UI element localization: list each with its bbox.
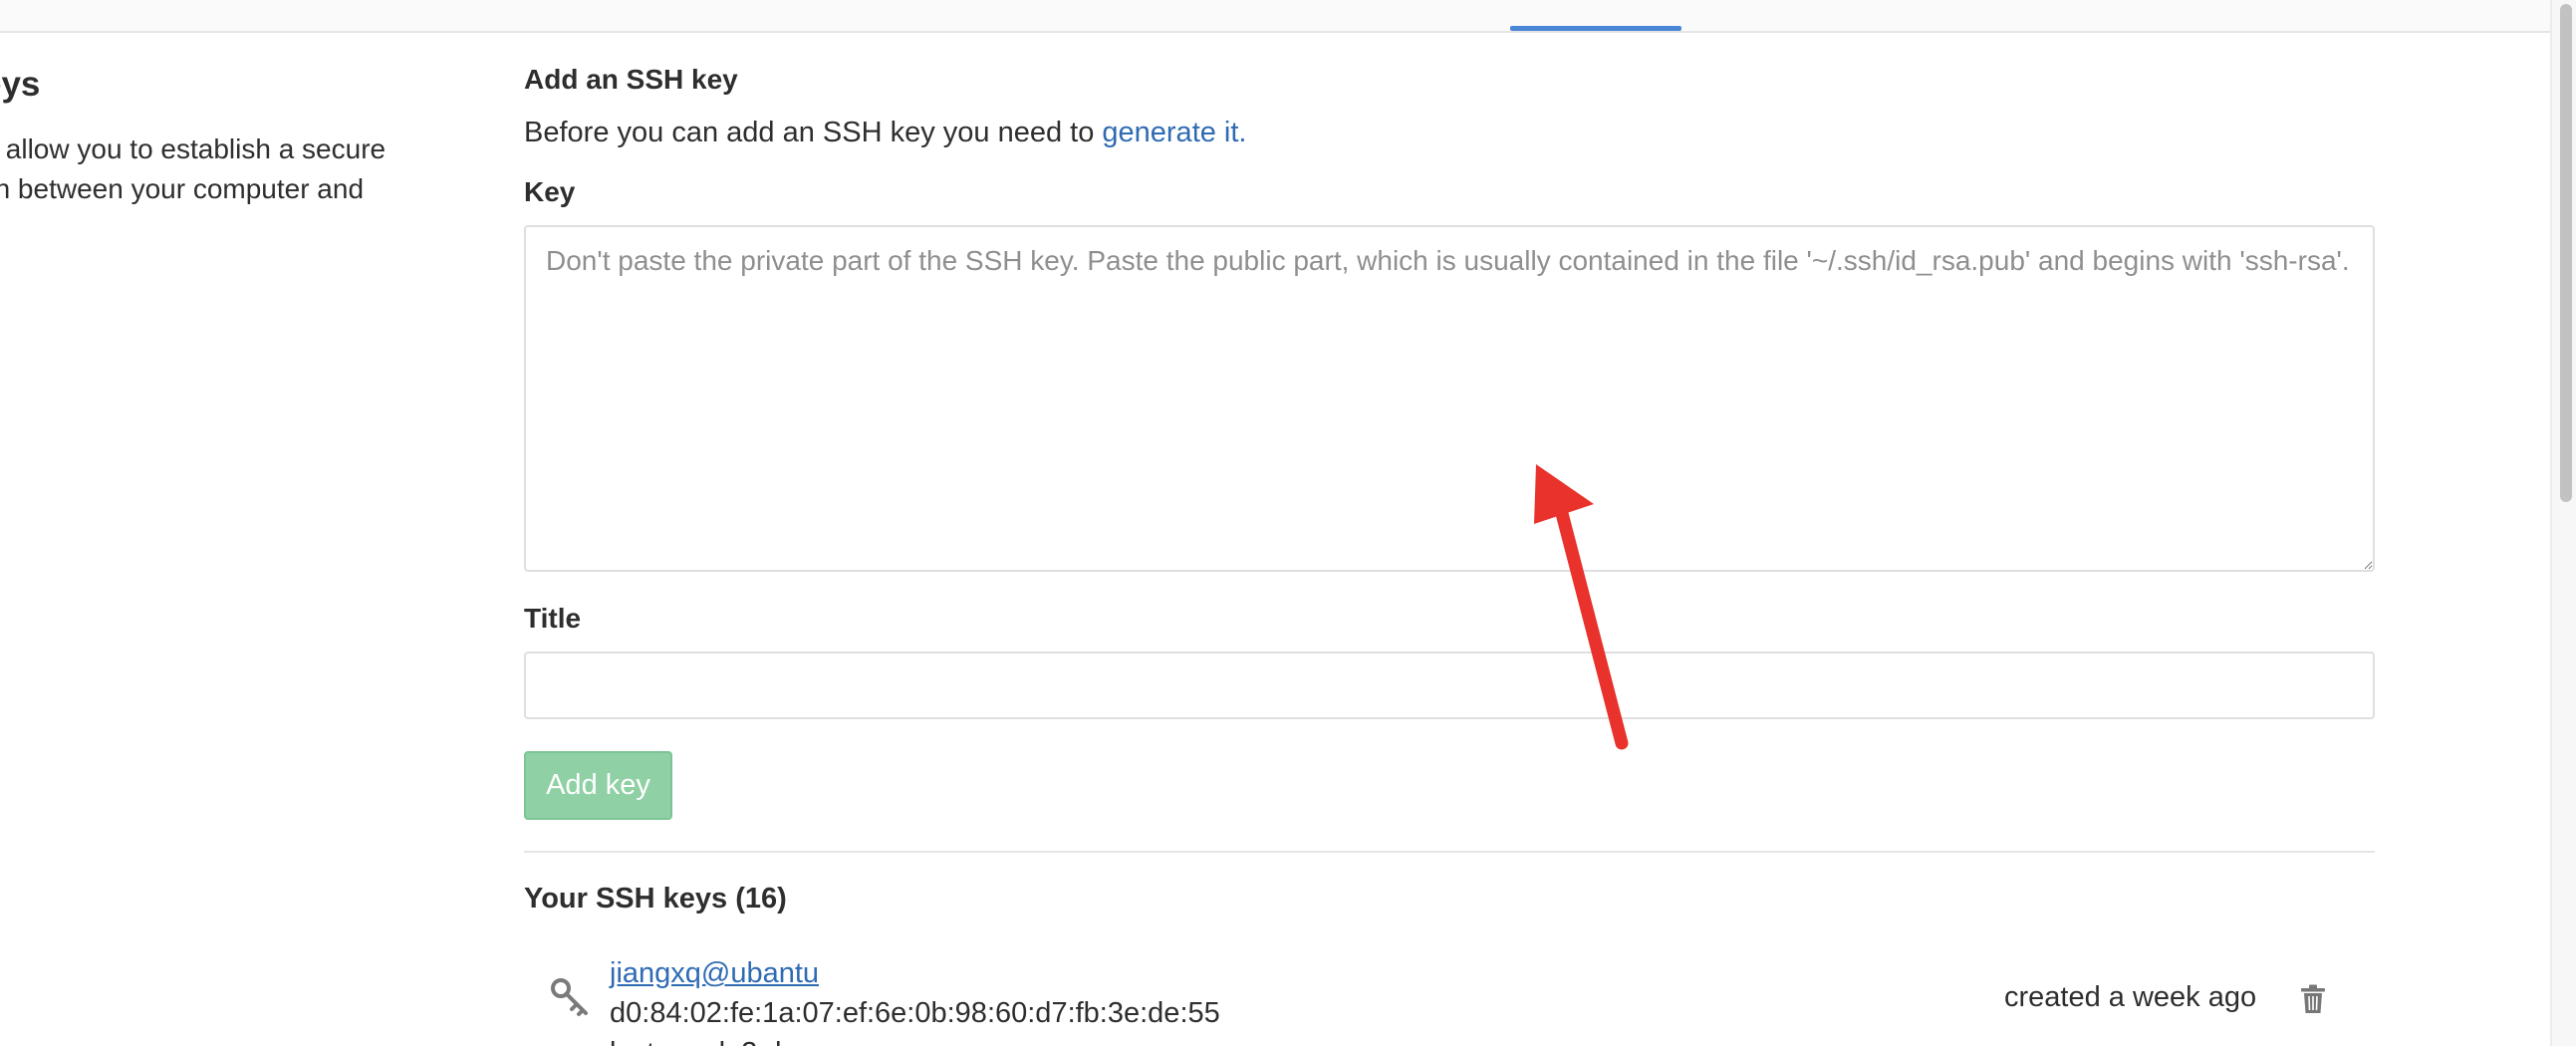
- scrollbar[interactable]: [2550, 0, 2576, 1046]
- key-last-used: last used: 2 days ago: [610, 1037, 883, 1046]
- list-item: jiangxq@ubantu d0:84:02:fe:1a:07:ef:6e:0…: [524, 951, 2375, 1046]
- key-icon: [551, 978, 588, 1016]
- key-textarea[interactable]: [524, 225, 2375, 572]
- your-ssh-keys-heading: Your SSH keys (16): [524, 883, 787, 915]
- add-ssh-key-title: Add an SSH key: [524, 64, 738, 95]
- intro-text: Before you can add an SSH key you need t…: [524, 117, 1247, 149]
- key-fingerprint: d0:84:02:fe:1a:07:ef:6e:0b:98:60:d7:fb:3…: [610, 997, 1220, 1029]
- ssh-keys-heading: eys: [0, 65, 41, 104]
- trash-icon[interactable]: [2300, 984, 2326, 1014]
- title-input[interactable]: [524, 652, 2375, 719]
- add-key-button[interactable]: Add key: [524, 751, 672, 820]
- scrollbar-thumb[interactable]: [2560, 4, 2572, 502]
- ssh-keys-description: s allow you to establish a secure on bet…: [0, 130, 420, 209]
- key-title-link[interactable]: jiangxq@ubantu: [610, 957, 819, 990]
- active-tab-indicator: [1510, 26, 1681, 31]
- intro-text-label: Before you can add an SSH key you need t…: [524, 117, 1103, 148]
- description-line-1: s allow you to establish a secure: [0, 133, 386, 164]
- title-label: Title: [524, 603, 582, 634]
- section-divider: [524, 851, 2375, 853]
- key-label: Key: [524, 176, 576, 207]
- page: eys s allow you to establish a secure on…: [0, 0, 2576, 1046]
- top-navigation-bar: [0, 0, 2550, 33]
- key-created-time: created a week ago: [2004, 981, 2257, 1013]
- description-line-2: on between your computer and: [0, 173, 365, 204]
- left-description-panel: eys s allow you to establish a secure on…: [0, 60, 420, 209]
- generate-it-link[interactable]: generate it.: [1102, 117, 1246, 148]
